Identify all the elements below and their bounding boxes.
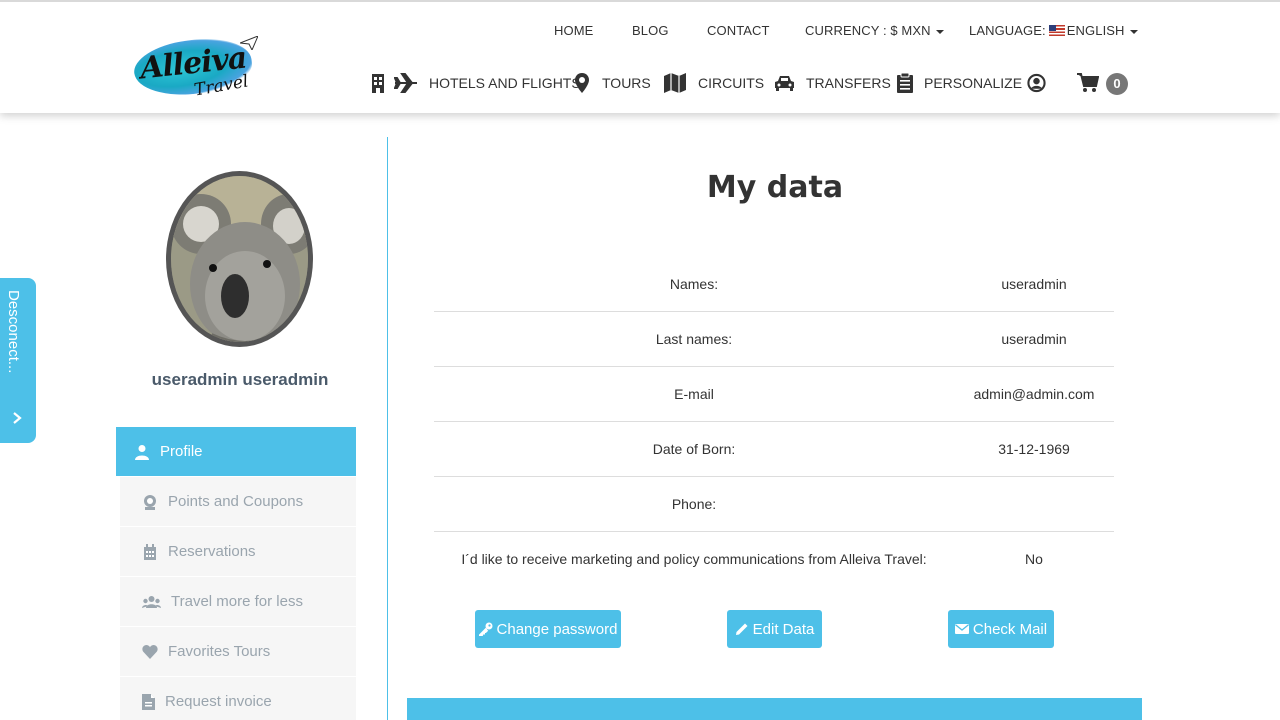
key-icon <box>478 622 493 636</box>
currency-dropdown[interactable]: CURRENCY : $ MXN <box>805 23 944 38</box>
language-dropdown[interactable]: LANGUAGE: ENGLISH <box>969 23 1138 38</box>
nav-circuits[interactable]: CIRCUITS <box>664 68 764 98</box>
row-label: Phone: <box>671 496 717 512</box>
row-label: I´d like to receive marketing and policy… <box>461 551 927 567</box>
nav-transfers-label: TRANSFERS <box>806 75 891 91</box>
chevron-down-icon <box>935 29 944 34</box>
row-label: Last names: <box>655 331 733 347</box>
nav-transfers[interactable]: TRANSFERS <box>775 68 891 98</box>
cart-count-badge: 0 <box>1106 73 1128 95</box>
row-label: Date of Born: <box>652 441 736 457</box>
car-icon <box>775 76 794 91</box>
nav-circuits-label: CIRCUITS <box>698 75 765 91</box>
sidebar-item-label: Reservations <box>168 543 256 560</box>
edit-data-button[interactable]: Edit Data <box>727 610 822 648</box>
profile-username: useradmin useradmin <box>151 370 329 389</box>
change-password-button[interactable]: Change password <box>475 610 621 648</box>
chevron-right-icon <box>13 412 22 424</box>
language-value: ENGLISH <box>1066 23 1125 38</box>
nav-hotels-flights-label: HOTELS AND FLIGHTS <box>429 75 581 91</box>
sidebar-menu: Profile Points and Coupons Reservations … <box>116 427 356 720</box>
button-label: Check Mail <box>972 620 1048 638</box>
envelope-icon <box>954 624 969 634</box>
row-label: E-mail <box>674 386 714 402</box>
koala-avatar-image <box>171 176 308 342</box>
nav-tours-label: TOURS <box>602 75 651 91</box>
button-label: Change password <box>496 620 618 638</box>
nav-blog-link[interactable]: BLOG <box>632 23 669 38</box>
sidebar-item-label: Profile <box>160 443 203 460</box>
row-value: 31-12-1969 <box>998 441 1070 457</box>
clipboard-icon <box>897 73 913 93</box>
sidebar-item-favorites-tours[interactable]: Favorites Tours <box>120 627 356 677</box>
row-value: useradmin <box>1001 331 1067 347</box>
user-circle-icon <box>1027 73 1046 93</box>
chevron-down-icon <box>1129 29 1138 34</box>
footer-accent-bar <box>407 698 1142 720</box>
site-header: Alleiva Travel HOME BLOG CONTACT CURRENC… <box>0 0 1280 113</box>
sidebar-item-profile[interactable]: Profile <box>116 427 356 477</box>
document-icon <box>142 693 155 710</box>
page-title: My data <box>706 170 844 205</box>
disconnect-tab[interactable]: Desconect... <box>0 278 36 443</box>
sidebar-item-points-coupons[interactable]: Points and Coupons <box>120 477 356 527</box>
button-label: Edit Data <box>752 620 815 638</box>
table-row: Phone: <box>434 477 1114 532</box>
pencil-icon <box>735 623 748 635</box>
sidebar-item-request-invoice[interactable]: Request invoice <box>120 677 356 720</box>
calendar-icon <box>144 543 156 560</box>
airplane-icon <box>394 73 417 93</box>
disconnect-label: Desconect... <box>5 290 22 374</box>
sidebar-item-label: Travel more for less <box>171 593 303 610</box>
row-value: useradmin <box>1001 276 1067 292</box>
sidebar-item-label: Points and Coupons <box>168 493 304 510</box>
building-icon <box>372 74 384 93</box>
row-label: Names: <box>669 276 719 292</box>
nav-contact-link[interactable]: CONTACT <box>707 23 770 38</box>
user-data-table: Names: useradmin Last names: useradmin E… <box>434 257 1114 587</box>
table-row: Date of Born: 31-12-1969 <box>434 422 1114 477</box>
avatar[interactable] <box>166 171 313 347</box>
sidebar-item-reservations[interactable]: Reservations <box>120 527 356 577</box>
currency-label: CURRENCY : $ MXN <box>805 23 931 38</box>
nav-tours[interactable]: TOURS <box>575 68 651 98</box>
nav-personalize-label: PERSONALIZE <box>924 75 1023 91</box>
group-icon <box>142 595 161 608</box>
nav-personalize[interactable]: PERSONALIZE <box>897 68 1022 98</box>
shopping-cart-icon <box>1077 73 1099 92</box>
us-flag-icon <box>1048 25 1065 36</box>
user-icon <box>135 444 149 460</box>
map-marker-icon <box>575 73 589 93</box>
table-row: Names: useradmin <box>434 257 1114 312</box>
row-value: admin@admin.com <box>973 386 1095 402</box>
heart-icon <box>142 644 158 659</box>
sidebar-item-label: Favorites Tours <box>168 643 271 660</box>
nav-hotels-flights[interactable]: HOTELS AND FLIGHTS <box>370 68 581 98</box>
alleiva-logo[interactable]: Alleiva Travel <box>128 32 263 104</box>
account-button[interactable] <box>1027 68 1046 98</box>
coupon-icon <box>144 494 156 510</box>
vertical-divider <box>387 137 388 720</box>
nav-home-link[interactable]: HOME <box>554 23 593 38</box>
sidebar-item-travel-more[interactable]: Travel more for less <box>120 577 356 627</box>
table-row: Last names: useradmin <box>434 312 1114 367</box>
map-icon <box>664 73 686 93</box>
check-mail-button[interactable]: Check Mail <box>948 610 1054 648</box>
table-row: I´d like to receive marketing and policy… <box>434 532 1114 587</box>
table-row: E-mail admin@admin.com <box>434 367 1114 422</box>
sidebar-item-label: Request invoice <box>165 693 272 710</box>
language-label: LANGUAGE: <box>969 23 1046 38</box>
row-value: No <box>1025 551 1043 567</box>
paper-plane-icon <box>240 36 258 50</box>
cart-button[interactable] <box>1077 68 1099 98</box>
